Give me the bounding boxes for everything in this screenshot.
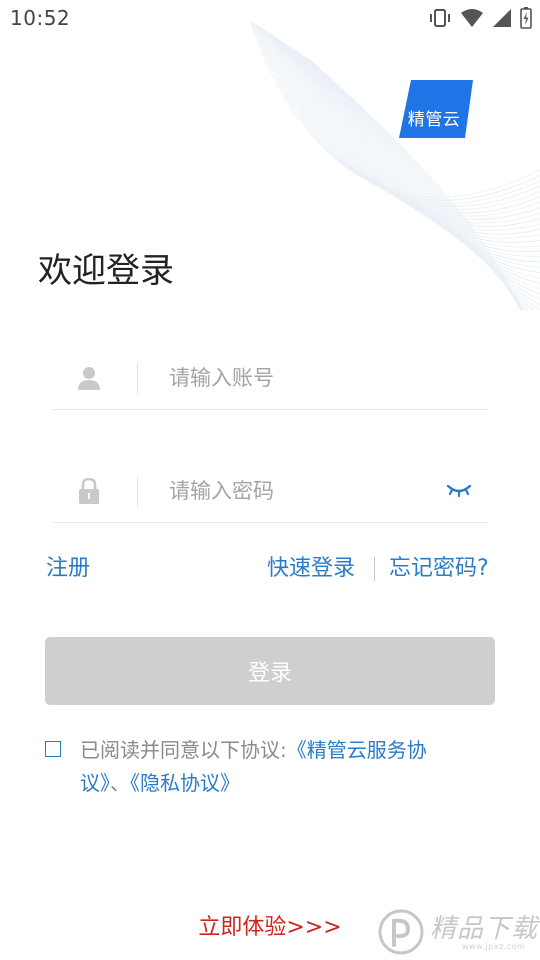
agreement-text: 已阅读并同意以下协议:《精管云服务协议》、《隐私协议》: [80, 734, 460, 800]
agreement-prefix: 已阅读并同意以下协议:: [80, 738, 287, 762]
watermark: 精品下载 www.jpxz.com: [374, 906, 538, 958]
login-button[interactable]: 登录: [45, 637, 495, 705]
wave-line: [251, 21, 540, 201]
agreement-separator: 、: [110, 771, 130, 795]
lock-icon: [79, 478, 99, 504]
password-field: [53, 458, 487, 523]
watermark-sub: www.jpxz.com: [462, 942, 526, 951]
register-link[interactable]: 注册: [46, 553, 90, 585]
watermark-logo-icon: [378, 909, 424, 955]
app-logo: 精管云: [399, 80, 473, 138]
agreement-checkbox[interactable]: [45, 741, 61, 757]
account-field: [53, 345, 487, 410]
link-separator: [374, 557, 375, 581]
status-time: 10:52: [10, 6, 71, 30]
logo-text: 精管云: [407, 110, 461, 130]
watermark-text: 精品下载: [430, 914, 539, 944]
password-input[interactable]: [169, 472, 429, 510]
page-title: 欢迎登录: [38, 251, 174, 291]
background-waves: [249, 20, 540, 310]
forgot-password-link[interactable]: 忘记密码?: [389, 553, 489, 585]
quick-login-link[interactable]: 快速登录: [267, 553, 355, 585]
field-divider: [137, 476, 138, 508]
user-icon: [78, 367, 100, 390]
account-input[interactable]: [169, 359, 429, 397]
eye-closed-icon[interactable]: [445, 480, 473, 500]
privacy-agreement-link[interactable]: 《隐私协议》: [130, 771, 240, 795]
field-divider: [137, 363, 138, 395]
